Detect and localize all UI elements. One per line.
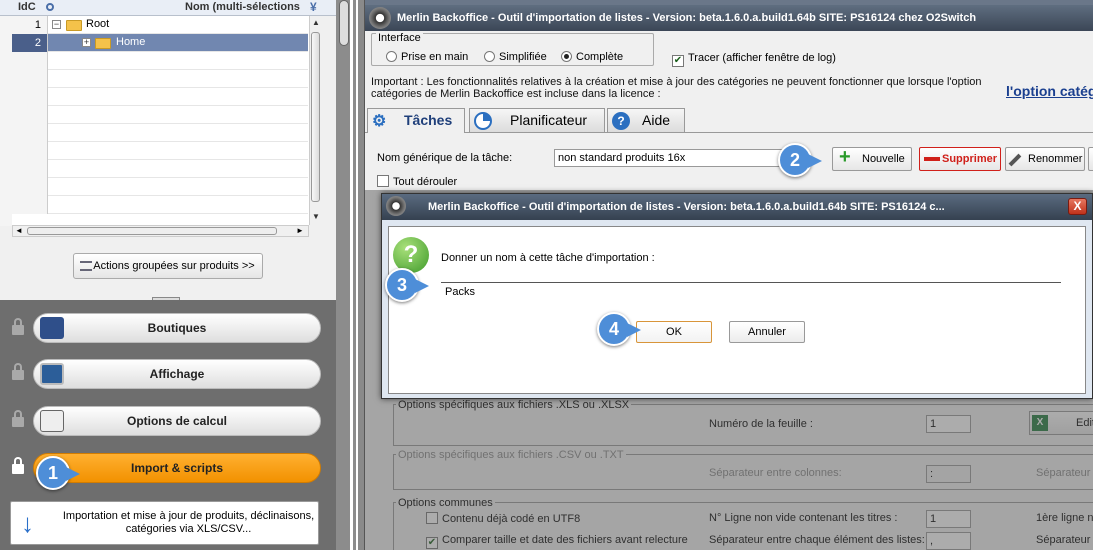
nav-boutiques[interactable]: Boutiques	[33, 313, 321, 343]
row-name: Home	[116, 36, 146, 48]
radio-simplifiee[interactable]: Simplifiée	[484, 51, 547, 63]
input-value: Packs	[445, 286, 475, 298]
delete-task-button[interactable]: Supprimer	[919, 147, 1001, 171]
expand-icon[interactable]: +	[82, 38, 91, 47]
divider	[350, 0, 353, 550]
lock-icon	[11, 363, 25, 381]
nav-label: Options de calcul	[126, 414, 228, 428]
scroll-up-icon[interactable]: ▲	[312, 18, 320, 28]
tab-aide[interactable]: ? Aide	[607, 108, 685, 132]
row-name: Root	[86, 18, 110, 30]
help-icon: ?	[612, 112, 630, 130]
col-idc[interactable]: IdC	[18, 1, 36, 13]
bulk-actions-label: Actions groupées sur produits >>	[93, 260, 255, 272]
row-indicator-column	[0, 16, 12, 226]
app-gear-icon	[369, 7, 391, 29]
collapse-icon[interactable]: −	[52, 20, 61, 29]
step-badge-2: 2	[778, 143, 822, 177]
gears-icon: ⚙	[372, 113, 387, 130]
expand-all-checkbox[interactable]: Tout dérouler	[377, 175, 457, 188]
notice-line-1: Important : Les fonctionnalités relative…	[371, 76, 982, 88]
cancel-button[interactable]: Annuler	[729, 321, 805, 343]
divider	[356, 0, 358, 550]
chevron-down-icon[interactable]: ¥	[310, 0, 317, 14]
nav-label: Import & scripts	[130, 461, 223, 475]
folder-icon	[95, 38, 111, 49]
app-gear-icon	[386, 196, 406, 216]
step-badge-1: 1	[36, 456, 80, 490]
interface-group: Interface Prise en main Simplifiée Compl…	[371, 32, 654, 66]
name-task-dialog: Merlin Backoffice - Outil d'importation …	[381, 193, 1093, 399]
important-notice: Important : Les fonctionnalités relative…	[371, 76, 982, 100]
dialog-body: ? Donner un nom à cette tâche d'importat…	[388, 226, 1086, 394]
nav-label: Affichage	[149, 367, 205, 381]
store-icon	[40, 317, 64, 339]
task-name-input[interactable]: Packs	[441, 282, 1061, 302]
tree-row-root[interactable]: 1 − Root	[12, 16, 308, 34]
tree-row-home[interactable]: 2 + Home	[12, 34, 308, 52]
rename-task-button[interactable]: Renommer	[1005, 147, 1085, 171]
row-id: 1	[12, 16, 48, 34]
dialog-titlebar: Merlin Backoffice - Outil d'importation …	[382, 194, 1092, 220]
radio-prise-en-main[interactable]: Prise en main	[386, 51, 468, 63]
bulk-actions-button[interactable]: Actions groupées sur produits >>	[73, 253, 263, 279]
scroll-left-icon[interactable]: ◄	[15, 226, 23, 235]
lock-icon	[11, 318, 25, 336]
scroll-right-icon[interactable]: ►	[296, 226, 304, 235]
tab-planificateur[interactable]: Planificateur	[469, 108, 605, 132]
tab-strip-line	[365, 132, 1093, 133]
list-icon	[80, 261, 92, 271]
tree-horizontal-scrollbar[interactable]: ◄ ►	[12, 225, 309, 237]
window-titlebar: Merlin Backoffice - Outil d'importation …	[365, 5, 1093, 31]
category-tree: 1 − Root 2 + Home	[12, 16, 309, 225]
radio-complete[interactable]: Complète	[561, 51, 623, 63]
option-categories-link[interactable]: l'option catég	[1006, 83, 1093, 99]
lock-icon	[11, 410, 25, 428]
tab-taches[interactable]: ⚙ Tâches	[367, 108, 465, 133]
notice-line-2: catégories de Merlin Backoffice est incl…	[371, 88, 661, 100]
import-item-label: Importation et mise à jour de produits, …	[62, 510, 315, 535]
window-title: Merlin Backoffice - Outil d'importation …	[397, 12, 977, 24]
scrollbar-thumb[interactable]	[311, 32, 320, 202]
grid-header: IdC Nom (multi-sélections ¥	[0, 0, 336, 16]
import-tool-window: Merlin Backoffice - Outil d'importation …	[364, 0, 1093, 550]
row-id: 2	[12, 34, 48, 52]
more-button[interactable]	[1088, 147, 1093, 171]
nav-label: Boutiques	[147, 321, 207, 335]
nav-affichage[interactable]: Affichage	[33, 359, 321, 389]
lock-icon	[11, 457, 25, 475]
scroll-down-icon[interactable]: ▼	[312, 212, 320, 221]
plus-icon: +	[839, 146, 851, 168]
new-task-button[interactable]: + Nouvelle	[832, 146, 912, 171]
folder-icon	[66, 20, 82, 31]
pencil-icon	[1008, 153, 1022, 167]
splitter-grip[interactable]	[339, 0, 349, 46]
close-icon[interactable]: X	[1068, 198, 1087, 215]
import-menu-item[interactable]: ↓ Importation et mise à jour de produits…	[10, 501, 319, 545]
calculator-icon	[40, 410, 64, 432]
dialog-prompt: Donner un nom à cette tâche d'importatio…	[441, 252, 655, 264]
nav-options-calcul[interactable]: Options de calcul	[33, 406, 321, 436]
step-badge-4: 4	[597, 312, 641, 346]
download-arrow-icon: ↓	[21, 508, 34, 538]
interface-legend: Interface	[376, 32, 423, 44]
scrollbar-thumb[interactable]	[27, 227, 277, 235]
main-splitter[interactable]	[336, 0, 356, 550]
task-name-field[interactable]: non standard produits 16x	[554, 149, 794, 167]
clock-icon	[474, 112, 492, 130]
minus-icon	[924, 157, 940, 161]
step-badge-3: 3	[385, 268, 429, 302]
trace-checkbox[interactable]: ✔ Tracer (afficher fenêtre de log)	[672, 52, 836, 67]
tree-vertical-scrollbar[interactable]: ▲ ▼	[309, 16, 321, 225]
task-name-label: Nom générique de la tâche:	[377, 152, 513, 164]
monitor-icon	[40, 363, 64, 385]
dialog-title: Merlin Backoffice - Outil d'importation …	[428, 201, 945, 213]
search-icon[interactable]	[46, 3, 54, 11]
col-name[interactable]: Nom (multi-sélections	[185, 1, 300, 13]
ok-button[interactable]: OK	[636, 321, 712, 343]
